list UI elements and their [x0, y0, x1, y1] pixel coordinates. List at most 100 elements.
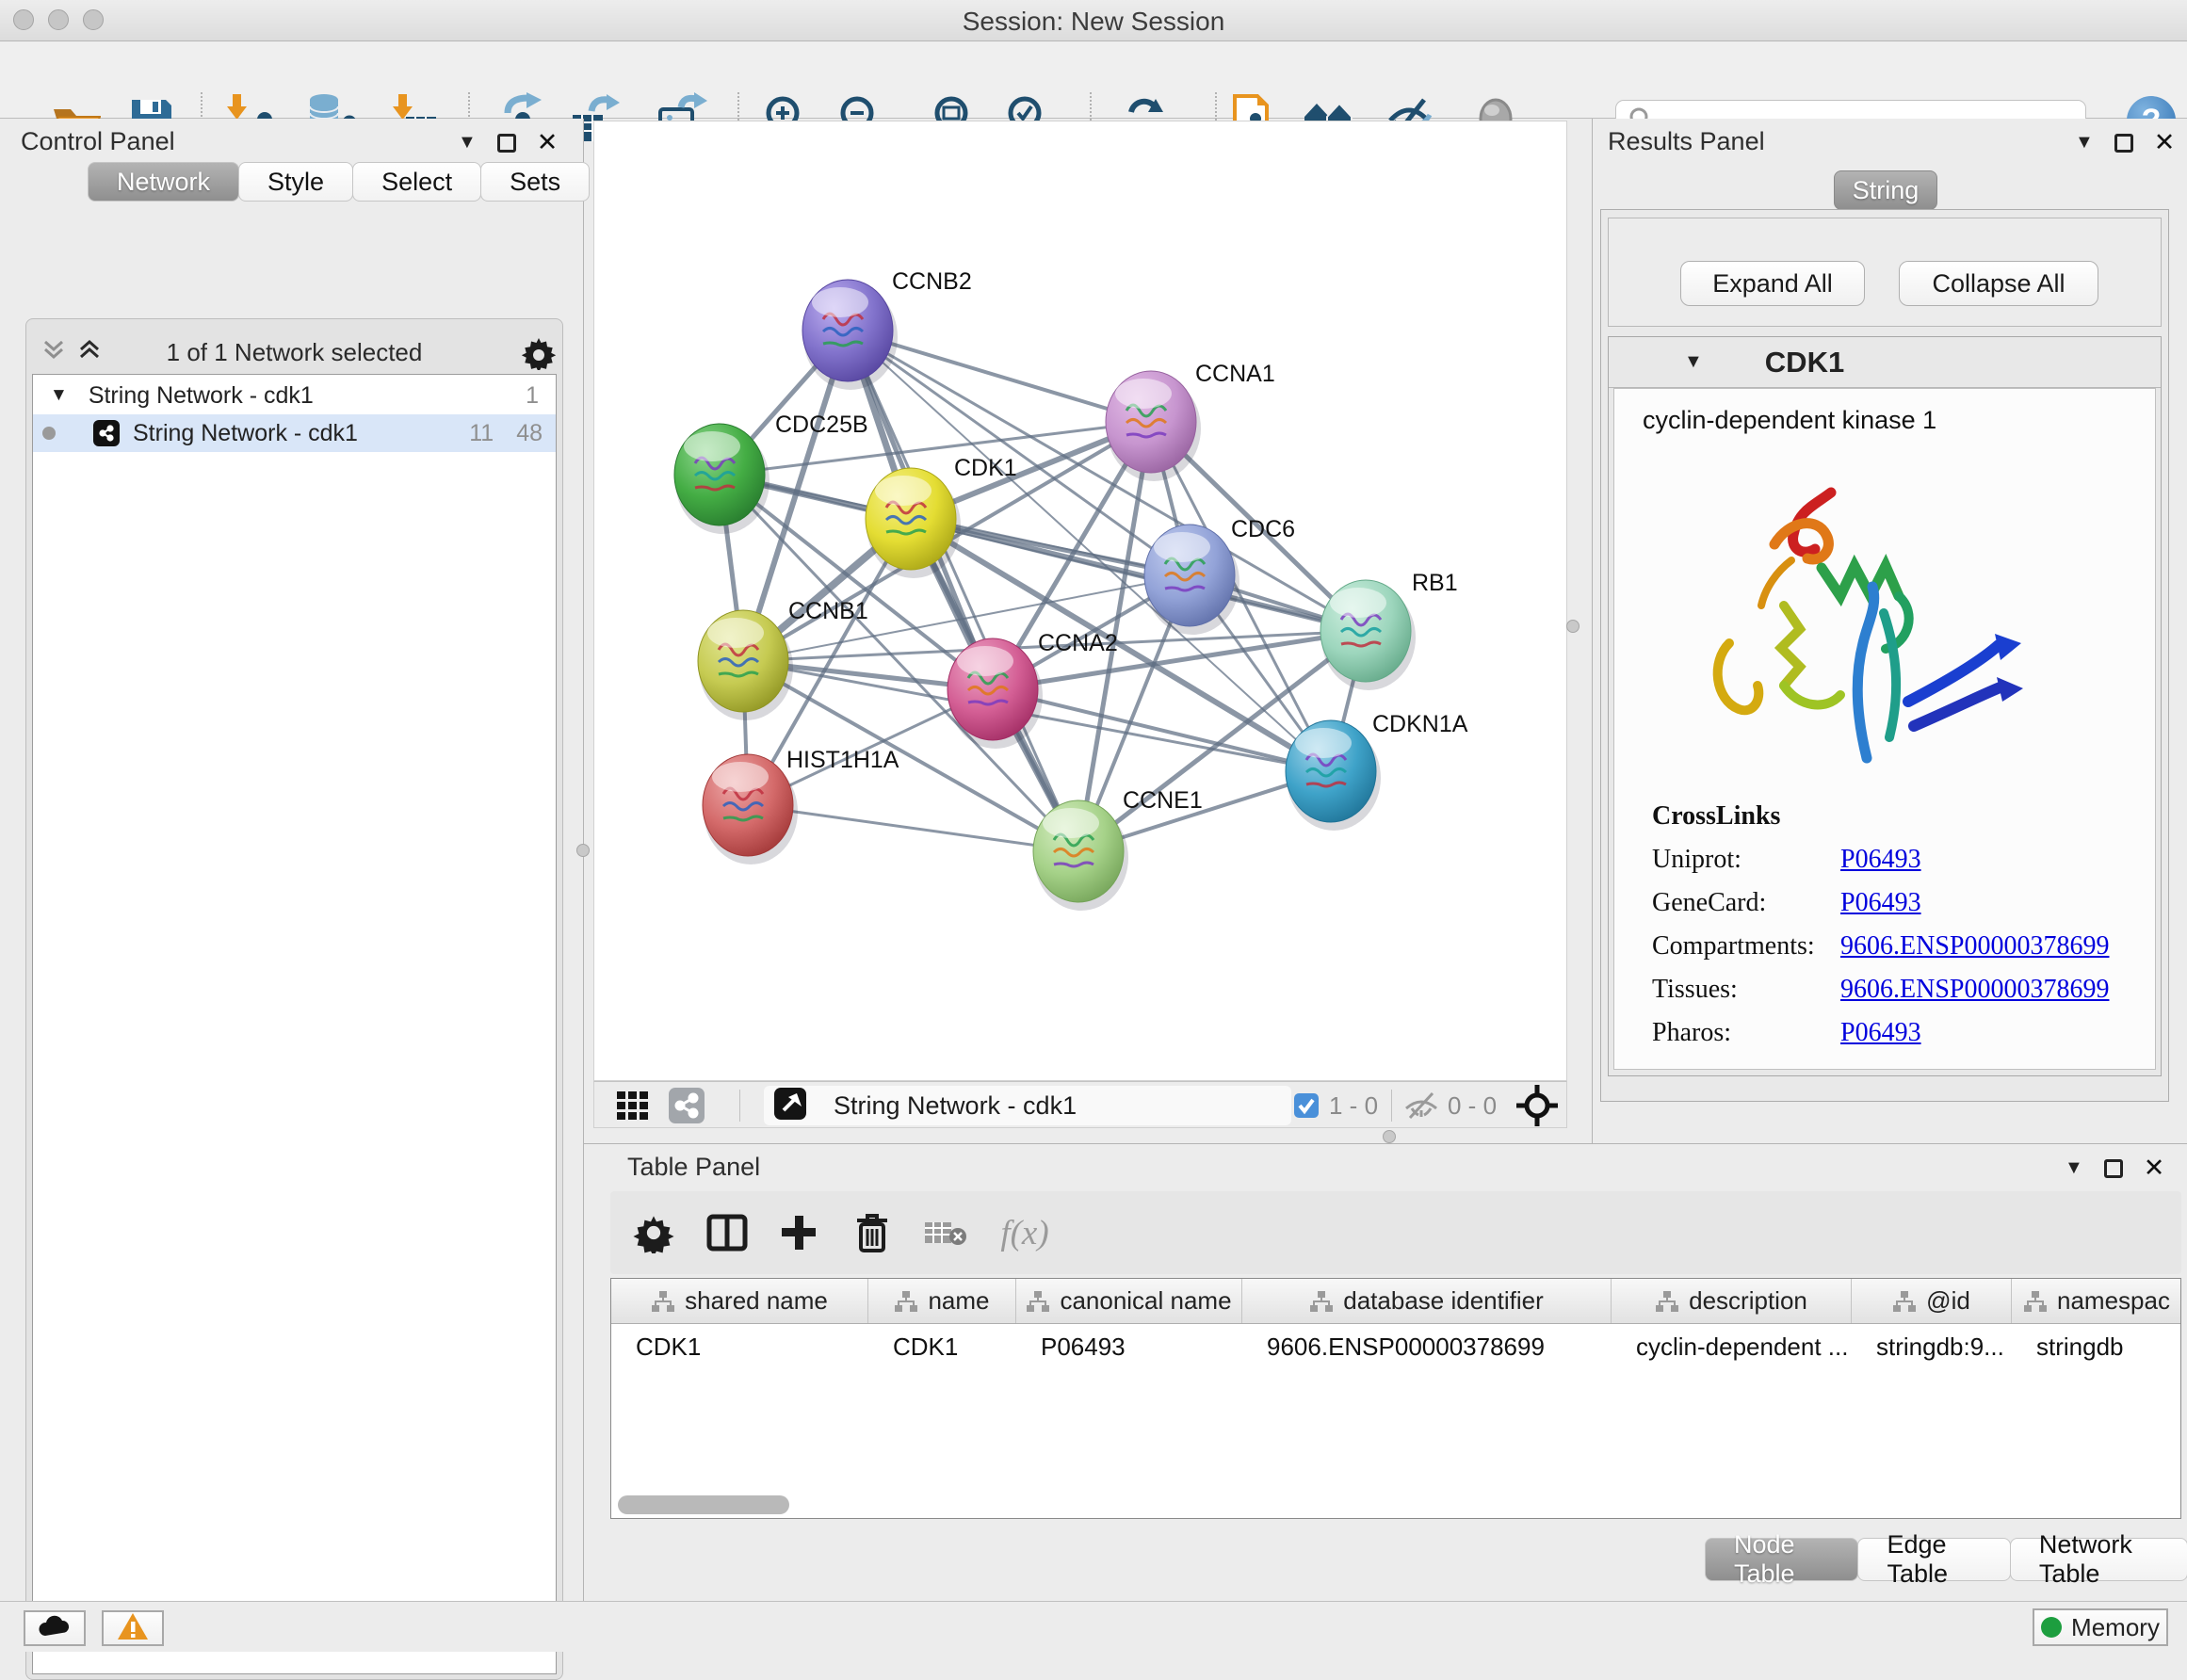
node-label: CDKN1A: [1372, 711, 1468, 737]
column-header-description[interactable]: description: [1612, 1279, 1852, 1323]
column-header-name[interactable]: name: [868, 1279, 1016, 1323]
close-panel-icon[interactable]: ✕: [2154, 128, 2176, 157]
tab-string[interactable]: String: [1834, 170, 1937, 210]
tab-style[interactable]: Style: [238, 162, 353, 202]
window-title: Session: New Session: [0, 7, 2187, 37]
float-panel-icon[interactable]: [497, 134, 516, 153]
node-entry-body: cyclin-dependent kinase 1: [1613, 388, 2156, 1070]
node-label: CDK1: [954, 455, 1017, 481]
node-entry-header[interactable]: ▼ CDK1: [1609, 337, 2161, 388]
float-panel-icon[interactable]: [2114, 134, 2133, 153]
node-description: cyclin-dependent kinase 1: [1643, 406, 1936, 435]
warning-button[interactable]: [102, 1610, 164, 1646]
selected-checkbox-icon[interactable]: [1293, 1092, 1320, 1123]
network-row-label: String Network - cdk1: [133, 420, 358, 447]
crosslink-value-link[interactable]: 9606.ENSP00000378699: [1840, 975, 2109, 1005]
network-row[interactable]: String Network - cdk1 11 48: [33, 414, 556, 452]
cloud-button[interactable]: [24, 1610, 86, 1646]
table-cell[interactable]: P06493: [1016, 1324, 1242, 1369]
table-gear-icon[interactable]: [627, 1206, 680, 1259]
column-header-canonical-name[interactable]: canonical name: [1016, 1279, 1242, 1323]
tab-edge-table[interactable]: Edge Table: [1857, 1538, 2010, 1581]
column-header-namespac[interactable]: namespac: [2012, 1279, 2181, 1323]
hidden-eye-icon[interactable]: [1402, 1091, 1440, 1124]
gear-icon[interactable]: [520, 332, 558, 375]
node-label: HIST1H1A: [786, 747, 899, 773]
add-column-icon[interactable]: [772, 1206, 825, 1259]
float-panel-icon[interactable]: [2104, 1159, 2123, 1178]
memory-label: Memory: [2071, 1613, 2160, 1642]
column-header--id[interactable]: @id: [1852, 1279, 2012, 1323]
node-label: CDC6: [1231, 516, 1295, 542]
grid-view-icon[interactable]: [615, 1088, 653, 1128]
birdseye-crosshair-icon[interactable]: [1515, 1084, 1559, 1132]
crosslinks-section: CrossLinks Uniprot:P06493GeneCard:P06493…: [1652, 801, 2109, 1048]
node-result-entry: ▼ CDK1 cyclin-dependent kinase 1: [1608, 336, 2162, 1076]
close-panel-icon[interactable]: ✕: [537, 128, 559, 157]
horizontal-splitter-handle[interactable]: [1383, 1130, 1396, 1143]
node-label: CCNA2: [1038, 630, 1118, 656]
network-view-canvas[interactable]: CCNB2CCNA1CDC25BCDK1CDC6RB1CCNB1CCNA2CDK…: [593, 121, 1567, 1081]
columns-icon[interactable]: [701, 1206, 753, 1259]
tab-sets[interactable]: Sets: [480, 162, 590, 202]
network-node-count: 11: [469, 420, 494, 447]
expander-triangle-icon[interactable]: ▼: [50, 385, 68, 406]
crosslinks-title: CrossLinks: [1652, 801, 2109, 832]
tab-network[interactable]: Network: [88, 162, 239, 202]
results-panel: Results Panel ▼ ✕ String Expand All Coll…: [1592, 119, 2187, 1143]
collapse-panel-icon[interactable]: ▼: [458, 132, 477, 153]
node-highlight: [712, 762, 769, 792]
network-graph[interactable]: CCNB2CCNA1CDC25BCDK1CDC6RB1CCNB1CCNA2CDK…: [594, 121, 1568, 1082]
collapse-panel-icon[interactable]: ▼: [2065, 1157, 2083, 1179]
tab-select[interactable]: Select: [352, 162, 481, 202]
control-panel-window-buttons: ▼ ✕: [458, 128, 558, 157]
table-row[interactable]: CDK1CDK1P064939606.ENSP00000378699cyclin…: [611, 1324, 2180, 1369]
memory-button[interactable]: Memory: [2033, 1608, 2168, 1646]
crosslink-value-link[interactable]: P06493: [1840, 1018, 1921, 1048]
expand-all-button[interactable]: Expand All: [1680, 261, 1865, 306]
network-edge[interactable]: [911, 519, 1366, 631]
tab-network-table[interactable]: Network Table: [2010, 1538, 2187, 1581]
network-title-segment: String Network - cdk1: [764, 1086, 1291, 1125]
crosslink-value-link[interactable]: 9606.ENSP00000378699: [1840, 931, 2109, 961]
crosslink-label: Uniprot:: [1652, 845, 1840, 875]
selected-count: 1 - 0: [1329, 1091, 1378, 1121]
vertical-splitter-handle[interactable]: [576, 844, 590, 857]
status-bar: Memory: [0, 1601, 2187, 1652]
table-cell[interactable]: CDK1: [611, 1324, 868, 1369]
crosslink-value-link[interactable]: P06493: [1840, 845, 1921, 875]
collapse-panel-icon[interactable]: ▼: [2075, 132, 2094, 153]
table-cell[interactable]: stringdb:9...: [1852, 1324, 2012, 1369]
crosslink-label: Pharos:: [1652, 1018, 1840, 1048]
function-builder-icon[interactable]: f(x): [987, 1206, 1062, 1259]
table-cell[interactable]: stringdb: [2012, 1324, 2181, 1369]
node-label: CCNB1: [788, 598, 868, 624]
table-cell[interactable]: cyclin-dependent ...: [1612, 1324, 1852, 1369]
table-cell[interactable]: 9606.ENSP00000378699: [1242, 1324, 1612, 1369]
control-panel-title: Control Panel: [21, 127, 175, 156]
network-edge[interactable]: [848, 331, 1078, 851]
column-header-database-identifier[interactable]: database identifier: [1242, 1279, 1612, 1323]
node-label: CCNA1: [1195, 361, 1275, 387]
collapse-all-button[interactable]: Collapse All: [1899, 261, 2098, 306]
tab-node-table[interactable]: Node Table: [1705, 1538, 1858, 1581]
delete-column-icon[interactable]: [846, 1206, 899, 1259]
horizontal-scrollbar[interactable]: [618, 1495, 789, 1514]
vertical-splitter-handle[interactable]: [1566, 620, 1580, 633]
close-panel-icon[interactable]: ✕: [2144, 1154, 2165, 1183]
external-link-icon[interactable]: [773, 1087, 807, 1125]
column-header-shared-name[interactable]: shared name: [611, 1279, 868, 1323]
warning-icon: [116, 1611, 150, 1646]
results-panel-window-buttons: ▼ ✕: [2075, 128, 2175, 157]
delete-table-icon[interactable]: [919, 1206, 972, 1259]
node-highlight: [875, 476, 932, 506]
expander-triangle-icon[interactable]: ▼: [1684, 351, 1703, 373]
network-collection-row[interactable]: ▼ String Network - cdk1 1: [33, 377, 556, 414]
network-view-title: String Network - cdk1: [834, 1091, 1077, 1121]
node-highlight: [1043, 808, 1099, 838]
share-view-icon[interactable]: [668, 1087, 705, 1129]
network-list: ▼ String Network - cdk1 1 String Network…: [32, 374, 557, 1674]
table-cell[interactable]: CDK1: [868, 1324, 1016, 1369]
toolbar-separator: [1391, 1090, 1392, 1122]
crosslink-value-link[interactable]: P06493: [1840, 888, 1921, 918]
